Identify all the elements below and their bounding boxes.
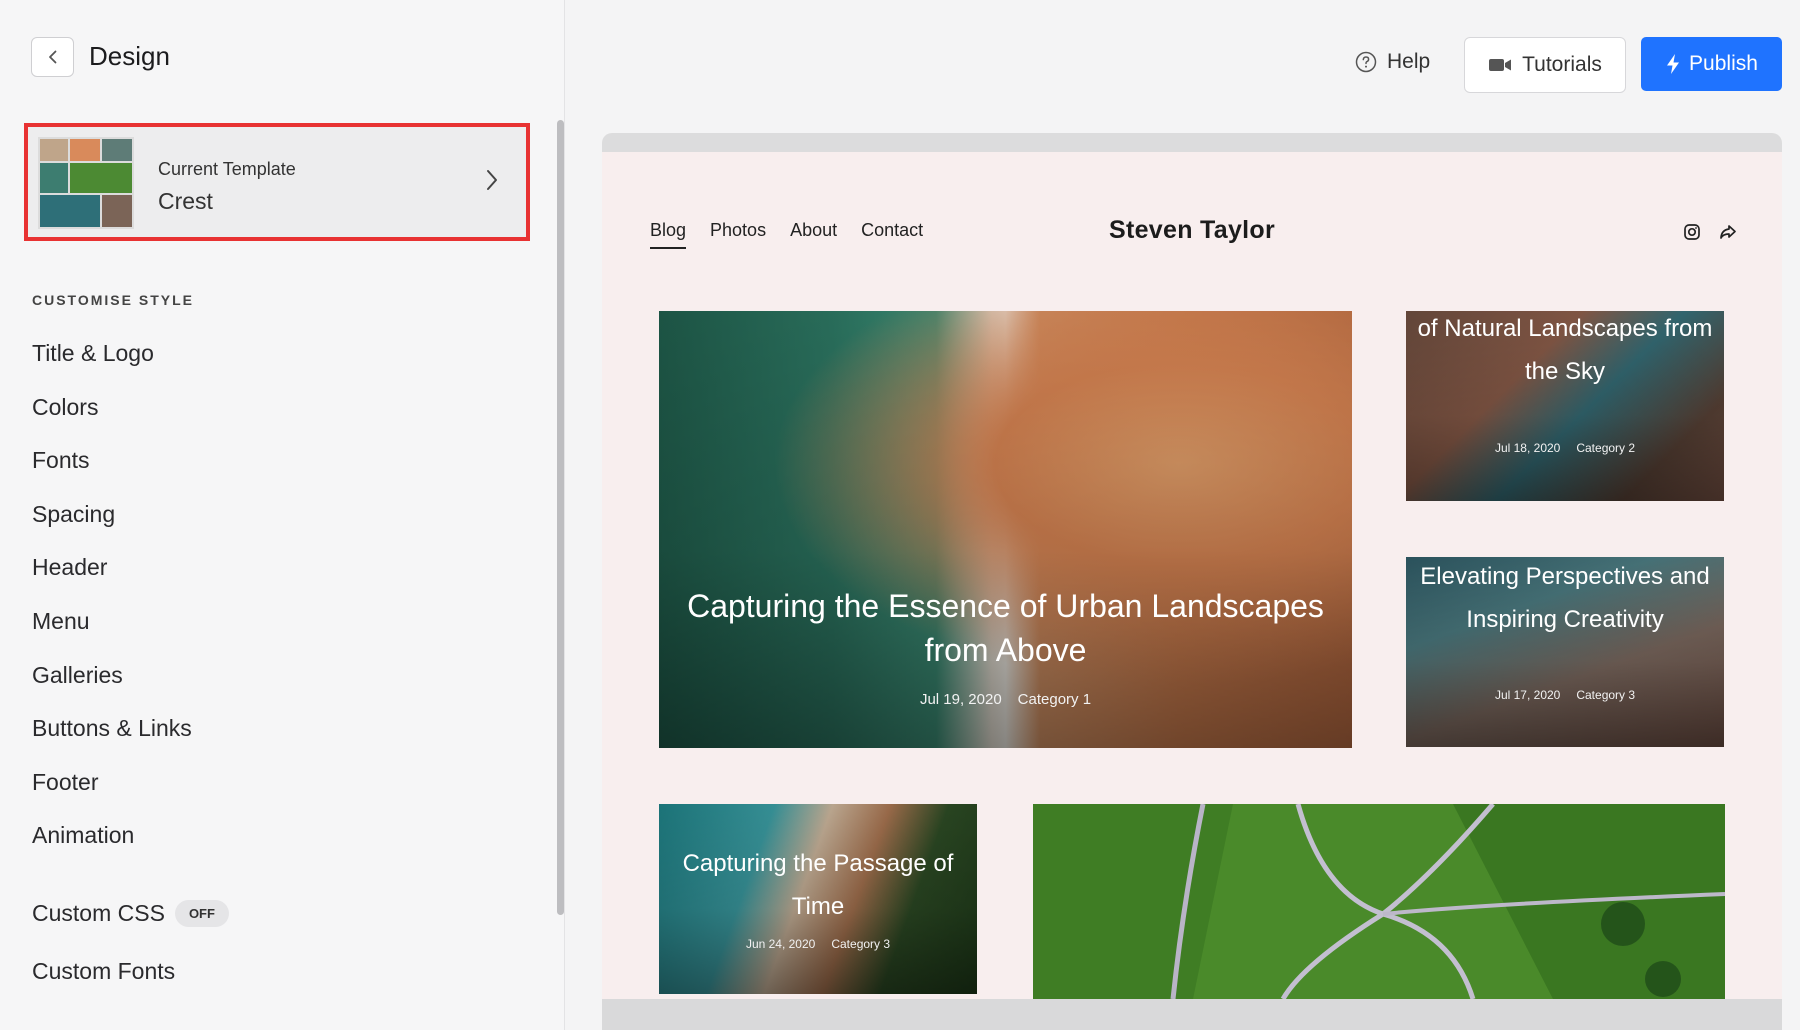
design-sidebar: Design Current Template Crest CUSTOMISE …	[0, 0, 565, 1030]
help-label: Help	[1387, 50, 1431, 73]
post-date: Jun 24, 2020	[745, 937, 816, 951]
post-category: Category 2	[1576, 441, 1636, 455]
site-preview: Blog Photos About Contact Steven Taylor …	[602, 152, 1782, 999]
menu-item-title-logo[interactable]: Title & Logo	[32, 325, 192, 379]
site-title: Steven Taylor	[1109, 216, 1275, 244]
post-title: Capturing the Essence of Urban Landscape…	[687, 588, 1324, 668]
customise-style-list: Title & Logo Colors Fonts Spacing Header…	[32, 325, 192, 861]
section-title: CUSTOMISE STYLE	[32, 292, 194, 308]
post-meta: Jun 24, 2020 Category 3	[659, 937, 977, 951]
post-category: Category 3	[1576, 688, 1636, 702]
instagram-icon[interactable]	[1682, 222, 1702, 242]
tutorials-label: Tutorials	[1522, 53, 1602, 76]
chevron-right-icon	[487, 170, 497, 190]
post-card[interactable]: Capturing the Passage of Time Jun 24, 20…	[659, 804, 977, 994]
share-icon[interactable]	[1718, 222, 1738, 242]
post-meta: Jul 17, 2020 Category 3	[1406, 688, 1724, 702]
sidebar-scrollbar[interactable]	[557, 120, 564, 915]
current-template-card[interactable]: Current Template Crest	[24, 123, 530, 241]
publish-button[interactable]: Publish	[1641, 37, 1782, 91]
post-date: Jul 18, 2020	[1494, 441, 1561, 455]
post-title: Elevating Perspectives and Inspiring Cre…	[1420, 563, 1710, 633]
green-fields-image[interactable]	[1033, 804, 1725, 999]
menu-item-animation[interactable]: Animation	[32, 807, 192, 861]
lightning-icon	[1667, 54, 1680, 74]
post-title: of Natural Landscapes from the Sky	[1417, 315, 1713, 385]
social-links	[1682, 222, 1738, 242]
post-meta: Jul 18, 2020 Category 2	[1406, 441, 1724, 455]
post-date: Jul 17, 2020	[1494, 688, 1561, 702]
menu-item-galleries[interactable]: Galleries	[32, 647, 192, 701]
publish-label: Publish	[1689, 52, 1758, 75]
post-card-featured[interactable]: Capturing the Essence of Urban Landscape…	[659, 311, 1352, 748]
template-name: Crest	[158, 188, 213, 214]
help-button[interactable]: Help	[1355, 50, 1430, 74]
menu-item-menu[interactable]: Menu	[32, 593, 192, 647]
page-title: Design	[89, 41, 170, 71]
menu-item-header[interactable]: Header	[32, 539, 192, 593]
post-card[interactable]: of Natural Landscapes from the Sky Jul 1…	[1406, 311, 1724, 501]
post-title: Capturing the Passage of Time	[682, 850, 954, 920]
help-circle-icon	[1355, 51, 1377, 73]
post-card[interactable]: Elevating Perspectives and Inspiring Cre…	[1406, 557, 1724, 747]
status-badge: OFF	[174, 900, 229, 927]
post-category: Category 3	[831, 937, 891, 951]
video-camera-icon	[1489, 59, 1512, 71]
menu-item-spacing[interactable]: Spacing	[32, 486, 192, 540]
post-category: Category 1	[1017, 691, 1092, 708]
custom-css-label: Custom CSS	[32, 900, 165, 926]
menu-item-fonts[interactable]: Fonts	[32, 432, 192, 486]
menu-item-buttons-links[interactable]: Buttons & Links	[32, 700, 192, 754]
custom-fonts-item[interactable]: Custom Fonts	[32, 958, 175, 985]
back-button[interactable]	[31, 37, 74, 77]
template-label: Current Template	[158, 159, 296, 179]
tutorials-button[interactable]: Tutorials	[1464, 37, 1626, 93]
menu-item-footer[interactable]: Footer	[32, 754, 192, 808]
custom-css-item[interactable]: Custom CSS OFF	[32, 900, 229, 927]
chevron-left-icon	[48, 50, 56, 64]
preview-frame-bottom	[602, 999, 1782, 1030]
template-thumbnail	[38, 137, 134, 229]
post-date: Jul 19, 2020	[919, 691, 1002, 708]
fields-paths-graphic	[1033, 804, 1725, 999]
menu-item-colors[interactable]: Colors	[32, 379, 192, 433]
post-meta: Jul 19, 2020 Category 1	[659, 691, 1352, 708]
